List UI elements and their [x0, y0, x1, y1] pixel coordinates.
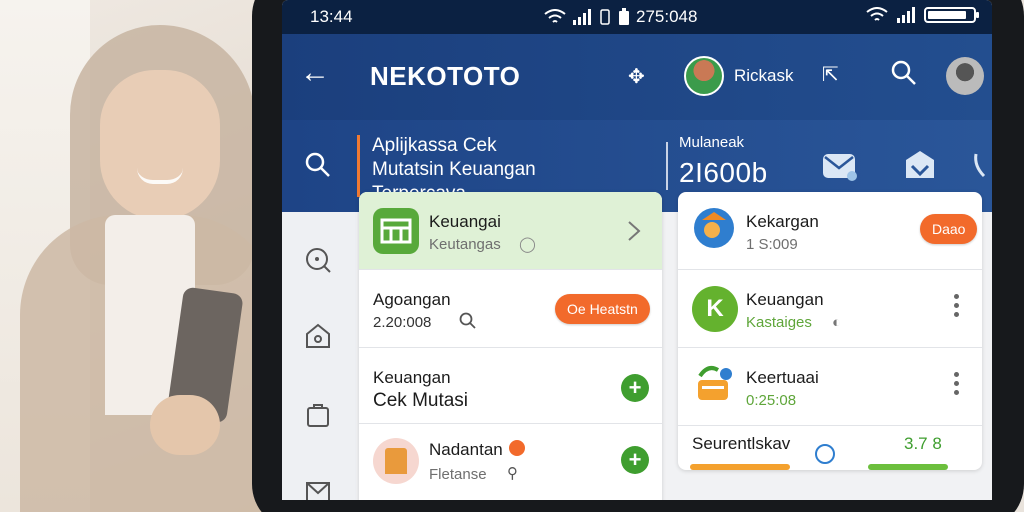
bag-icon[interactable]	[304, 400, 332, 428]
list-item-subtitle: 0:25:08	[746, 392, 797, 409]
wallet-icon[interactable]	[900, 146, 940, 186]
vibrate-icon	[600, 9, 610, 25]
back-arrow-icon[interactable]: ←	[300, 58, 330, 88]
list-item-subtitle: 2.20:008	[373, 314, 432, 331]
status-chip[interactable]: Daao	[920, 214, 978, 244]
status-center: 275:048	[544, 7, 697, 27]
person-hand	[150, 395, 220, 455]
list-item[interactable]: K Keuangan Kastaiges ◐	[678, 270, 982, 348]
list-item-subtitle: 1 S:009	[746, 236, 798, 253]
status-center-text: 275:048	[636, 7, 698, 26]
wifi-icon	[544, 9, 566, 23]
list-item[interactable]: Keuangan Cek Mutasi +	[359, 348, 662, 424]
list-item-title: Keuangan	[746, 290, 824, 309]
list-item[interactable]: Keertuaai 0:25:08	[678, 348, 982, 426]
left-list-card: Keuangai Keutangas ◯ Agoangan 2.20:008 O…	[359, 192, 662, 500]
k-logo-icon: K	[692, 286, 738, 332]
expand-icon[interactable]: ⇱	[822, 62, 839, 87]
banner-line-1: Aplijkassa Cek	[372, 135, 497, 156]
signal-icon	[573, 9, 591, 25]
building-icon	[373, 438, 419, 484]
banner-accent-rule	[357, 135, 360, 197]
list-item-subtitle: Kastaiges	[746, 314, 812, 331]
summary-label: Seurentlskav	[692, 434, 791, 453]
notification-dot-icon	[509, 440, 525, 456]
list-item-title: Keertuaai	[746, 368, 819, 387]
globe-icon: ◐	[832, 314, 842, 331]
summary-row: Seurentlskav 3.7 8	[678, 426, 982, 470]
signal-icon	[897, 7, 915, 23]
list-item[interactable]: Keuangai Keutangas ◯	[359, 192, 662, 270]
list-item-title: Keuangai	[429, 212, 501, 231]
person-face	[100, 70, 220, 220]
user-name[interactable]: Rickask	[734, 66, 794, 86]
status-bar: 13:44 275:048	[282, 0, 992, 34]
phone-screen: 13:44 275:048 ← NEKOTOTO ✥ Rickask ⇱ Apl…	[282, 0, 992, 500]
list-item-subtitle: Fletanse	[429, 466, 487, 483]
add-button[interactable]: +	[621, 374, 649, 402]
list-item-subtitle: Cek Mutasi	[373, 390, 469, 411]
search-small-icon: ⚲	[507, 465, 518, 482]
phone-frame: 13:44 275:048 ← NEKOTOTO ✥ Rickask ⇱ Apl…	[252, 0, 1024, 512]
side-rail	[282, 212, 356, 500]
right-list-card: Kekargan 1 S:009 Daao K Keuangan Kastaig…	[678, 192, 982, 470]
search-icon[interactable]	[304, 246, 332, 274]
progress-bar-orange	[690, 464, 790, 470]
list-item-subtitle: Keutangas	[429, 236, 501, 253]
banner-divider	[666, 142, 668, 190]
list-item-title: Agoangan	[373, 290, 451, 309]
summary-value: 3.7 8	[904, 434, 942, 453]
add-button[interactable]: +	[621, 446, 649, 474]
list-item-title: Nadantan	[429, 440, 503, 459]
list-item-title: Keuangan	[373, 368, 451, 387]
list-item[interactable]: Nadantan Fletanse ⚲ +	[359, 424, 662, 500]
app-title: NEKOTOTO	[370, 61, 521, 91]
mail-icon[interactable]	[820, 146, 860, 186]
search-icon[interactable]	[304, 151, 332, 179]
more-options-icon[interactable]	[954, 372, 960, 399]
wallet-leaf-icon	[698, 366, 732, 400]
mail-icon[interactable]	[304, 478, 332, 500]
chevron-right-icon[interactable]	[627, 220, 641, 242]
list-item[interactable]: Agoangan 2.20:008 Oe Heatstn	[359, 270, 662, 348]
profile-avatar[interactable]	[946, 57, 984, 95]
balance-value: 2I600b	[679, 157, 768, 188]
status-time: 13:44	[310, 7, 353, 26]
sync-icon: ◯	[519, 236, 536, 253]
home-icon[interactable]	[304, 322, 332, 350]
search-icon[interactable]	[459, 312, 477, 330]
battery-icon	[924, 7, 979, 23]
status-right	[866, 7, 979, 23]
status-chip[interactable]: Oe Heatstn	[555, 294, 650, 324]
more-options-icon[interactable]	[954, 294, 960, 321]
balance-label: Mulaneak	[679, 134, 745, 151]
avatar[interactable]	[684, 56, 724, 96]
finance-app-icon	[373, 208, 419, 254]
banner-line-2: Mutatsin Keuangan	[372, 159, 536, 180]
wifi-icon	[866, 7, 888, 21]
move-icon[interactable]: ✥	[628, 64, 645, 89]
stethoscope-icon	[815, 444, 835, 464]
search-icon[interactable]	[890, 59, 918, 87]
list-item[interactable]: Kekargan 1 S:009 Daao	[678, 192, 982, 270]
battery-small-icon	[619, 8, 629, 25]
list-item-title: Kekargan	[746, 212, 819, 231]
phone-call-icon[interactable]	[970, 146, 992, 186]
app-bar: ← NEKOTOTO ✥ Rickask ⇱	[282, 34, 992, 120]
user-chart-icon	[694, 208, 734, 248]
progress-bar-green	[868, 464, 948, 470]
